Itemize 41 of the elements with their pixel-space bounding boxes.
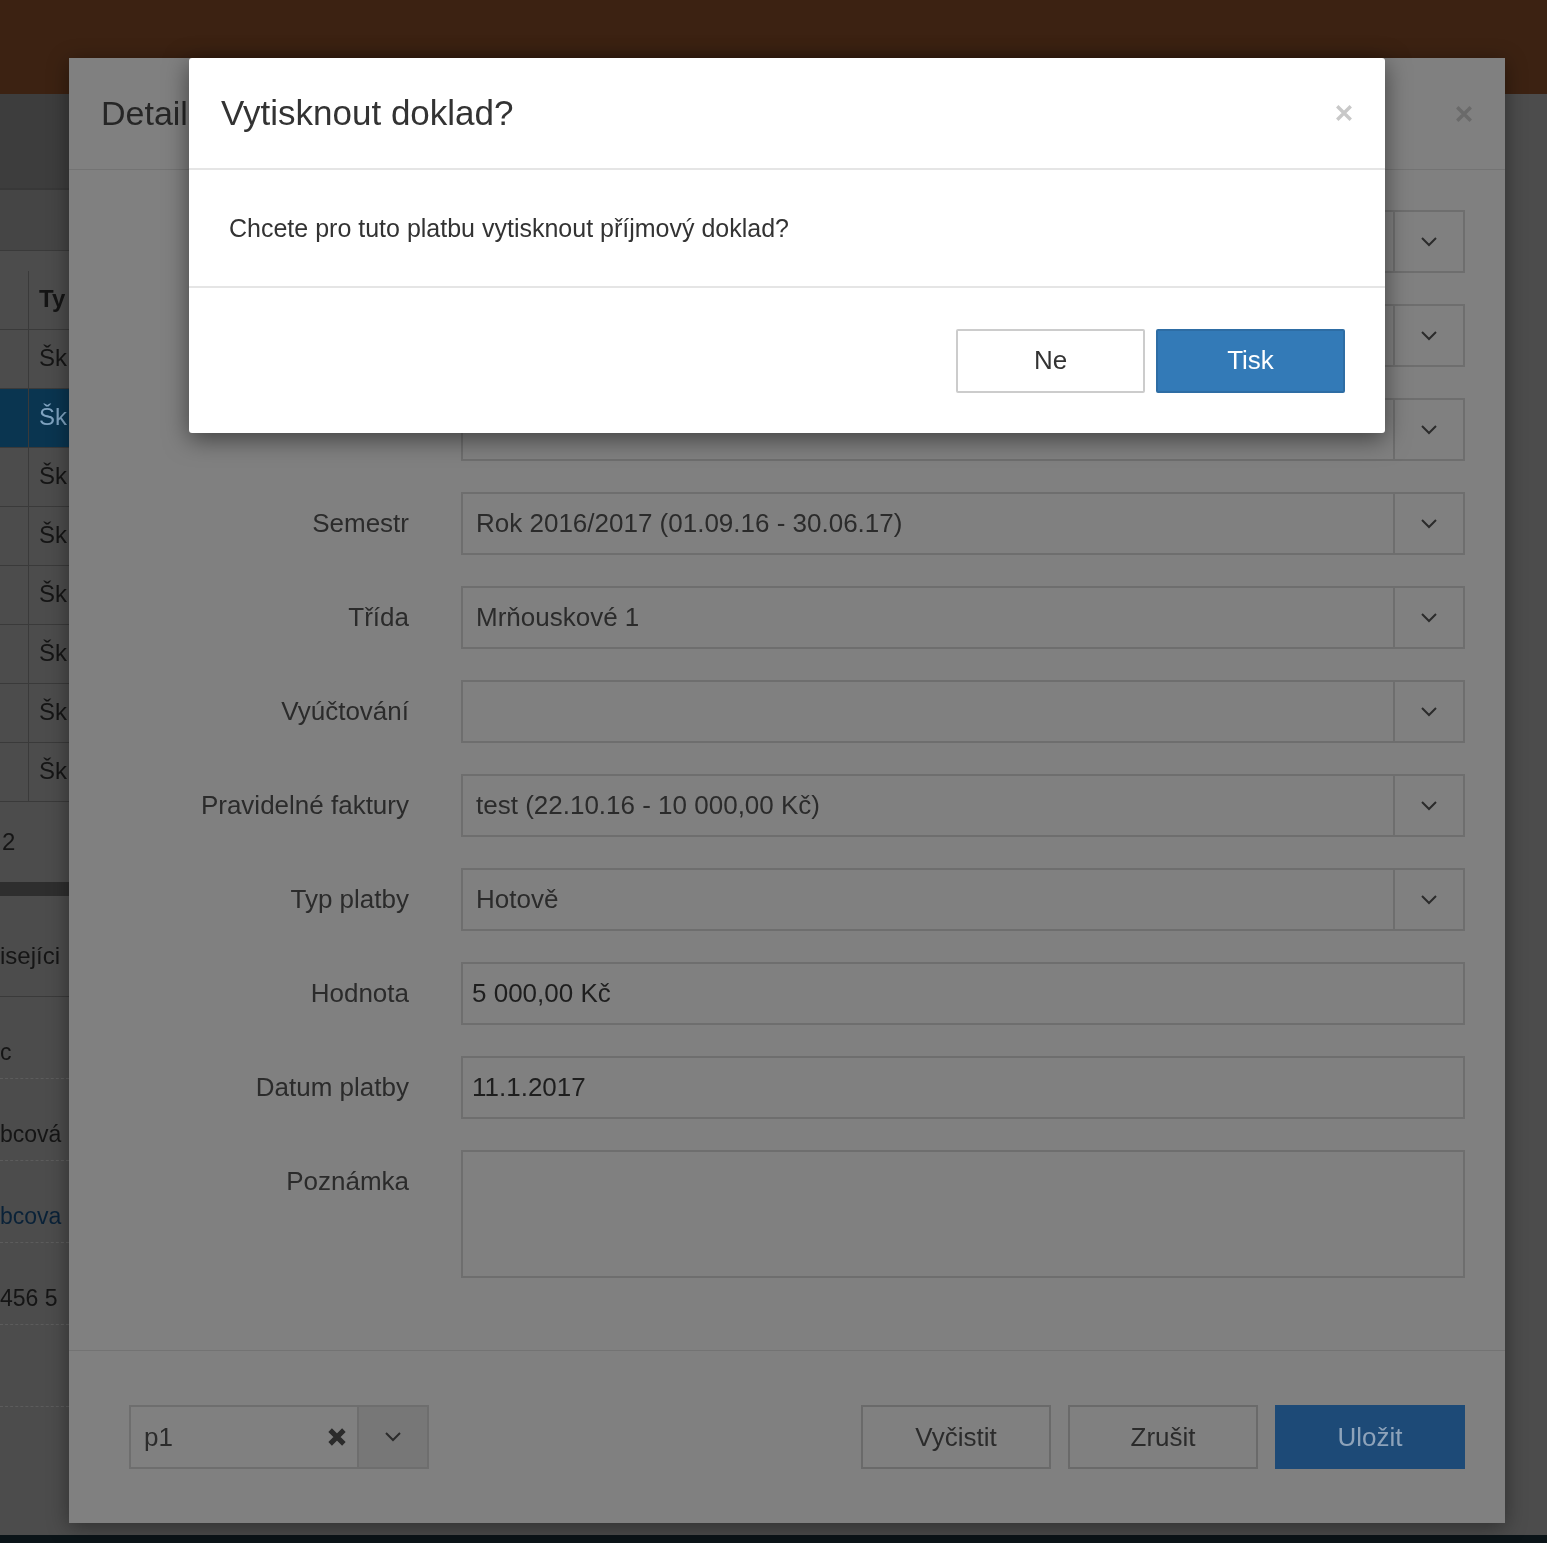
field-label: Vyúčtování xyxy=(281,696,409,726)
field-label: Typ platby xyxy=(290,884,409,914)
input-field[interactable]: 5 000,00 Kč xyxy=(461,962,1465,1025)
chevron-down-icon xyxy=(1421,236,1437,247)
field-label: Třída xyxy=(348,602,409,632)
dialog-button[interactable]: Tisk xyxy=(1156,328,1345,393)
field-label: Semestr xyxy=(312,508,409,538)
chevron-down-icon xyxy=(1421,424,1437,435)
chevron-down-icon xyxy=(1421,518,1437,529)
section-title: isejíci xyxy=(0,942,60,969)
close-icon[interactable] xyxy=(1335,104,1353,122)
dialog-title: Vytisknout doklad? xyxy=(221,93,514,133)
dialog-button[interactable]: Uložit xyxy=(1275,1405,1465,1469)
select-field[interactable]: Rok 2016/2017 (01.09.16 - 30.06.17) xyxy=(461,492,1465,555)
field-label: Datum platby xyxy=(255,1072,409,1102)
chevron-down-icon xyxy=(1421,612,1437,623)
combo-field[interactable]: p1 xyxy=(129,1405,429,1469)
select-field[interactable]: Mrňouskové 1 xyxy=(461,586,1465,649)
detail-value: bcová xyxy=(0,1121,62,1148)
input-field[interactable]: 11.1.2017 xyxy=(461,1056,1465,1119)
detail-value: 456 5 xyxy=(0,1285,58,1312)
table-row[interactable]: Šk xyxy=(0,389,69,448)
dialog-button[interactable]: Ne xyxy=(956,328,1145,393)
field-label: Hodnota xyxy=(310,978,409,1008)
chevron-down-icon xyxy=(1421,894,1437,905)
clear-icon[interactable] xyxy=(327,1427,347,1447)
select-field[interactable]: test (22.10.16 - 10 000,00 Kč) xyxy=(461,774,1465,837)
chevron-down-icon xyxy=(1421,330,1437,341)
dropdown-button[interactable] xyxy=(357,1407,427,1467)
chevron-down-icon xyxy=(385,1432,401,1442)
chevron-down-icon xyxy=(1421,800,1437,811)
dialog-button[interactable]: Vyčistit xyxy=(861,1405,1051,1469)
detail-link[interactable]: bcova xyxy=(0,1203,62,1230)
field-label: Pravidelné faktury xyxy=(200,790,409,820)
field-label: Poznámka xyxy=(286,1166,409,1196)
chevron-down-icon xyxy=(1421,706,1437,717)
dialog-button[interactable]: Zrušit xyxy=(1068,1405,1258,1469)
select-field[interactable] xyxy=(461,680,1465,743)
select-field[interactable]: Hotově xyxy=(461,868,1465,931)
dialog-message: Chcete pro tuto platbu vytisknout příjmový doklad? xyxy=(229,213,790,243)
dialog-title: Detail xyxy=(101,94,188,133)
